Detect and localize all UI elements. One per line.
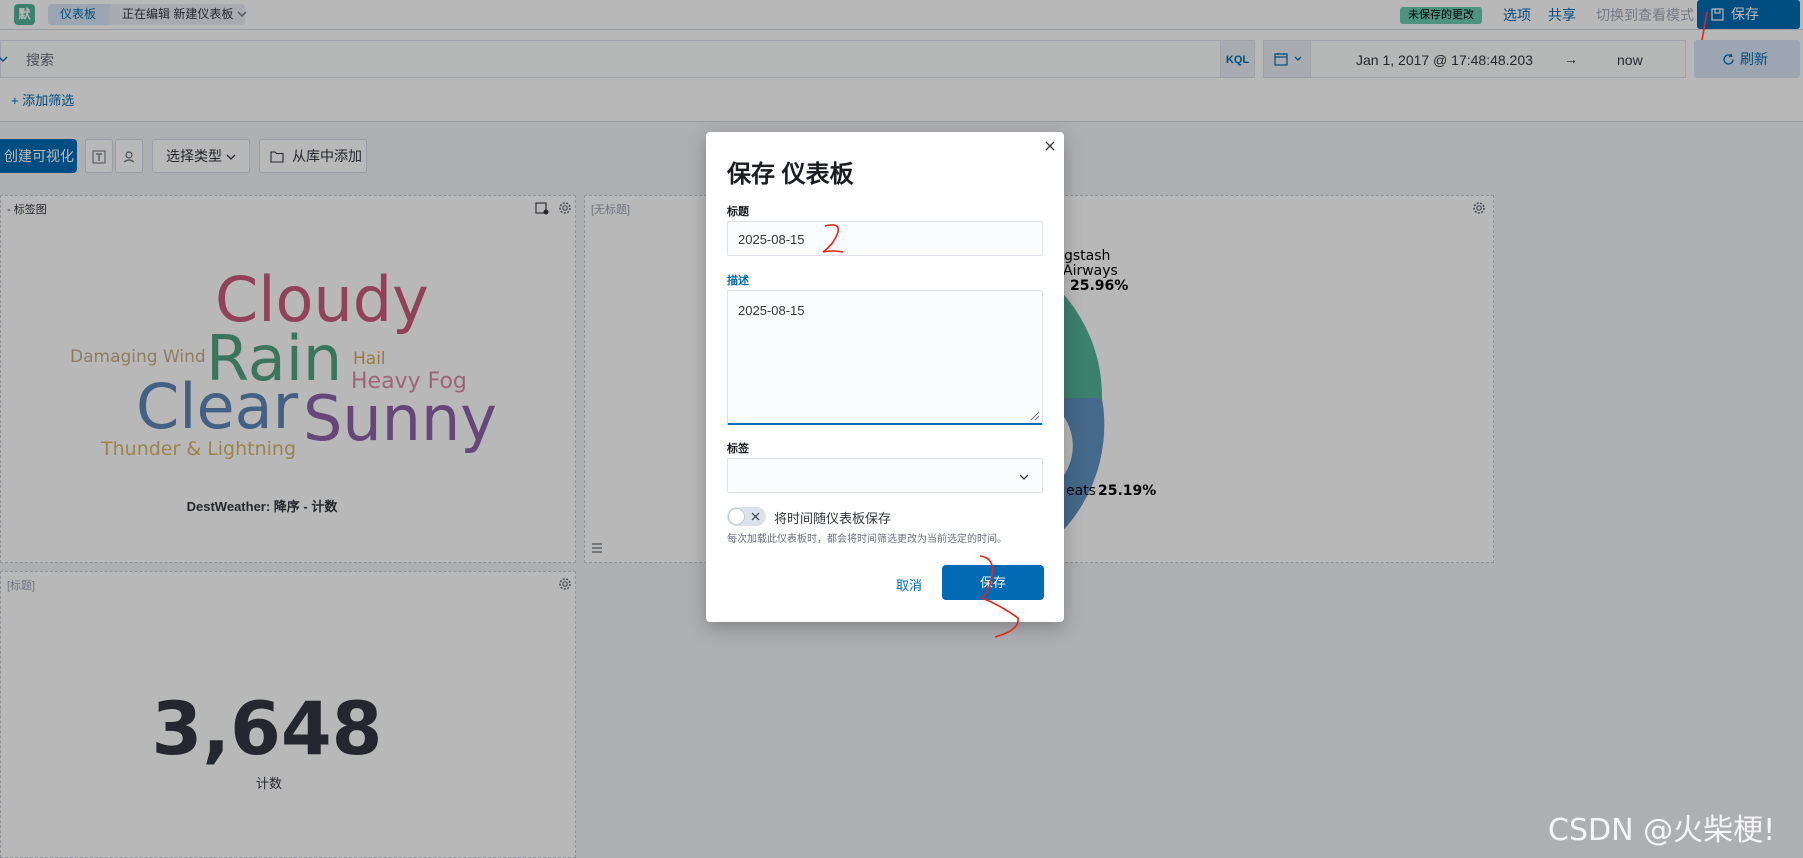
cancel-button[interactable]: 取消 xyxy=(896,575,922,594)
save-button[interactable]: 保存 xyxy=(942,565,1044,600)
tags-field-label: 标签 xyxy=(727,443,749,455)
chevron-down-icon xyxy=(1019,474,1029,480)
save-dashboard-modal: 保存 仪表板 标题 2025-08-15 描述 2025-08-15 标签 将时… xyxy=(706,132,1064,622)
watermark: CSDN @火柴梗! xyxy=(1548,813,1776,848)
modal-title: 保存 仪表板 xyxy=(727,161,854,188)
store-time-label: 将时间随仪表板保存 xyxy=(774,511,892,526)
close-icon[interactable] xyxy=(1043,139,1057,153)
tags-select[interactable] xyxy=(727,458,1043,493)
description-field-label: 描述 xyxy=(727,275,749,287)
title-field-label: 标题 xyxy=(727,206,749,218)
store-time-toggle[interactable] xyxy=(727,507,766,526)
cross-icon xyxy=(751,512,760,521)
resize-handle-icon[interactable] xyxy=(1028,409,1040,421)
title-input[interactable]: 2025-08-15 xyxy=(727,221,1043,256)
store-time-help: 每次加载此仪表板时，都会将时间筛选更改为当前选定的时间。 xyxy=(727,534,1007,545)
description-textarea[interactable]: 2025-08-15 xyxy=(727,290,1043,425)
description-value: 2025-08-15 xyxy=(738,303,805,318)
toggle-knob xyxy=(728,508,745,525)
